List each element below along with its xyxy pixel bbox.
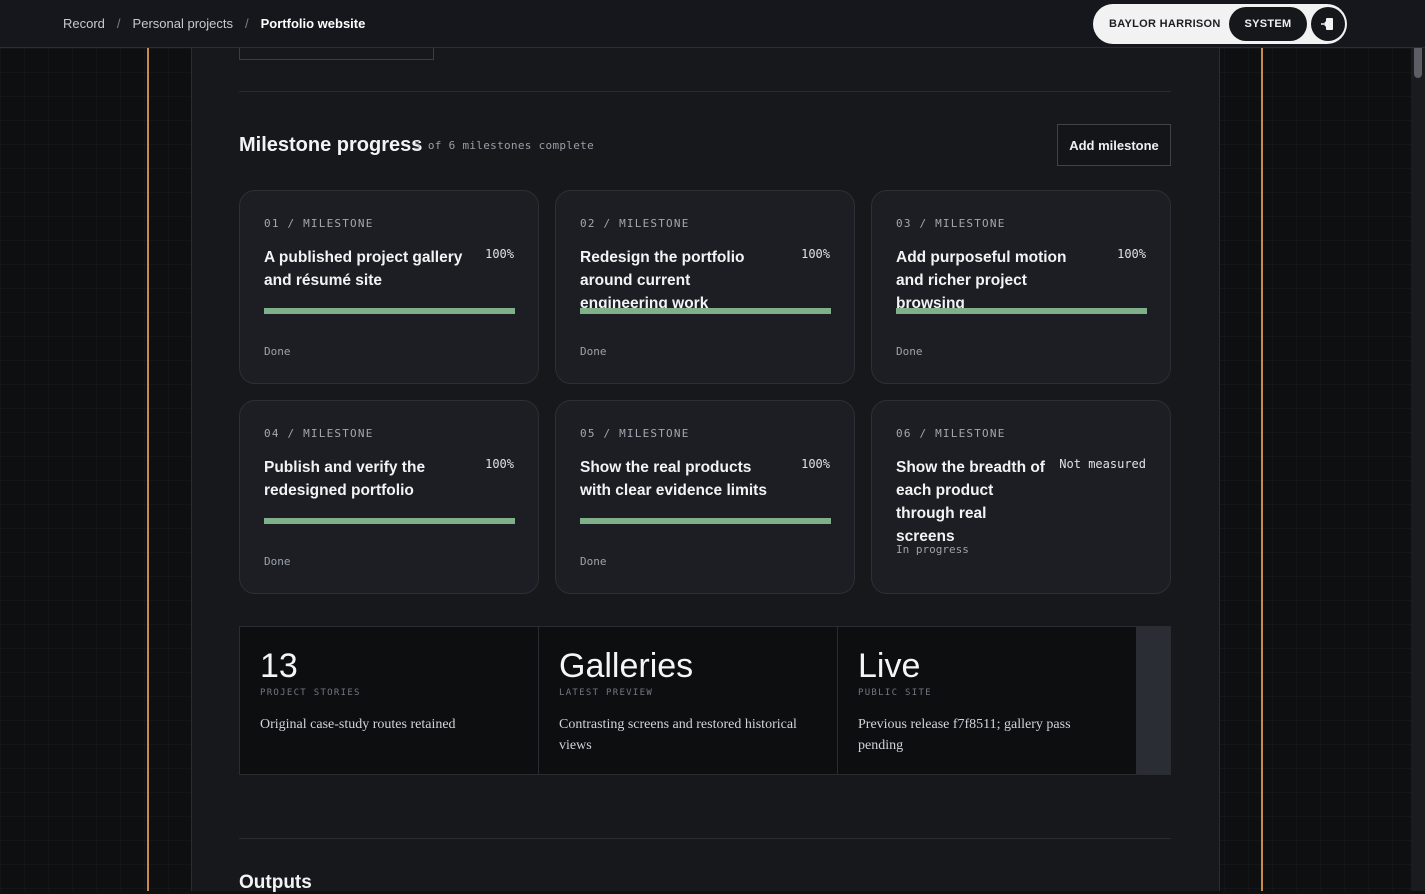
milestone-percent: Not measured — [1059, 457, 1146, 471]
stat-project-stories: 13 PROJECT STORIES Original case-study r… — [240, 627, 539, 774]
milestone-percent: 100% — [801, 247, 830, 261]
account-pill: BAYLOR HARRISON SYSTEM — [1093, 4, 1347, 44]
breadcrumb-personal-projects[interactable]: Personal projects — [133, 16, 233, 31]
milestone-status: In progress — [896, 543, 969, 556]
milestone-status: Done — [264, 345, 291, 358]
logout-icon — [1320, 16, 1336, 32]
left-accent-rail — [147, 48, 149, 891]
progress-fill — [580, 308, 831, 314]
milestone-tag: 04 / MILESTONE — [264, 427, 374, 440]
stat-value: 13 — [260, 647, 298, 686]
previous-section-button[interactable] — [239, 48, 434, 60]
section-title: Milestone progress — [239, 134, 422, 157]
milestone-tag: 06 / MILESTONE — [896, 427, 1006, 440]
breadcrumb-separator: / — [117, 16, 121, 31]
user-name-button[interactable]: BAYLOR HARRISON — [1109, 18, 1229, 30]
progress-track — [580, 518, 831, 524]
milestone-status: Done — [264, 555, 291, 568]
milestone-percent: 100% — [1117, 247, 1146, 261]
stat-value: Live — [858, 647, 920, 686]
progress-track — [580, 308, 831, 314]
stat-description: Contrasting screens and restored histori… — [559, 714, 809, 756]
milestone-tag: 03 / MILESTONE — [896, 217, 1006, 230]
add-milestone-button[interactable]: Add milestone — [1057, 124, 1171, 166]
stats-strip: 13 PROJECT STORIES Original case-study r… — [239, 626, 1171, 775]
scrollbar[interactable] — [1411, 40, 1425, 891]
stats-filler — [1137, 627, 1170, 774]
milestone-card[interactable]: 06 / MILESTONE Show the breadth of each … — [871, 400, 1171, 594]
milestone-card[interactable]: 01 / MILESTONE A published project galle… — [239, 190, 539, 384]
milestone-tag: 02 / MILESTONE — [580, 217, 690, 230]
milestone-card[interactable]: 04 / MILESTONE Publish and verify the re… — [239, 400, 539, 594]
progress-track — [896, 308, 1147, 314]
milestone-summary: 5 of 6 milestones complete — [414, 139, 594, 152]
milestone-tag: 01 / MILESTONE — [264, 217, 374, 230]
breadcrumb: Record / Personal projects / Portfolio w… — [63, 16, 365, 31]
milestone-title: Publish and verify the redesigned portfo… — [264, 456, 464, 502]
progress-track — [264, 308, 515, 314]
right-accent-rail — [1261, 48, 1263, 891]
milestone-status: Done — [896, 345, 923, 358]
breadcrumb-current: Portfolio website — [261, 16, 366, 31]
progress-fill — [580, 518, 831, 524]
milestone-title: Add purposeful motion and richer project… — [896, 246, 1096, 315]
stat-label: LATEST PREVIEW — [559, 688, 653, 698]
stat-public-site: Live PUBLIC SITE Previous release f7f851… — [838, 627, 1137, 774]
milestone-percent: 100% — [485, 247, 514, 261]
progress-track — [264, 518, 515, 524]
stat-description: Original case-study routes retained — [260, 714, 510, 735]
progress-fill — [264, 518, 515, 524]
milestone-card[interactable]: 03 / MILESTONE Add purposeful motion and… — [871, 190, 1171, 384]
milestone-percent: 100% — [485, 457, 514, 471]
progress-fill — [896, 308, 1147, 314]
milestone-title: A published project gallery and résumé s… — [264, 246, 464, 292]
logout-button[interactable] — [1311, 7, 1345, 41]
breadcrumb-separator: / — [245, 16, 249, 31]
milestone-status: Done — [580, 345, 607, 358]
stat-label: PROJECT STORIES — [260, 688, 361, 698]
progress-fill — [264, 308, 515, 314]
stat-latest-preview: Galleries LATEST PREVIEW Contrasting scr… — [539, 627, 838, 774]
milestone-title: Redesign the portfolio around current en… — [580, 246, 780, 315]
milestone-card[interactable]: 02 / MILESTONE Redesign the portfolio ar… — [555, 190, 855, 384]
theme-toggle-button[interactable]: SYSTEM — [1229, 7, 1307, 41]
milestone-card[interactable]: 05 / MILESTONE Show the real products wi… — [555, 400, 855, 594]
milestone-tag: 05 / MILESTONE — [580, 427, 690, 440]
stat-value: Galleries — [559, 647, 693, 686]
milestone-percent: 100% — [801, 457, 830, 471]
top-bar: Record / Personal projects / Portfolio w… — [0, 0, 1425, 48]
stat-label: PUBLIC SITE — [858, 688, 932, 698]
stat-description: Previous release f7f8511; gallery pass p… — [858, 714, 1108, 756]
milestone-title: Show the real products with clear eviden… — [580, 456, 780, 502]
milestone-status: Done — [580, 555, 607, 568]
section-divider — [239, 838, 1171, 839]
breadcrumb-record[interactable]: Record — [63, 16, 105, 31]
milestone-title: Show the breadth of each product through… — [896, 456, 1046, 548]
section-divider — [239, 91, 1171, 92]
